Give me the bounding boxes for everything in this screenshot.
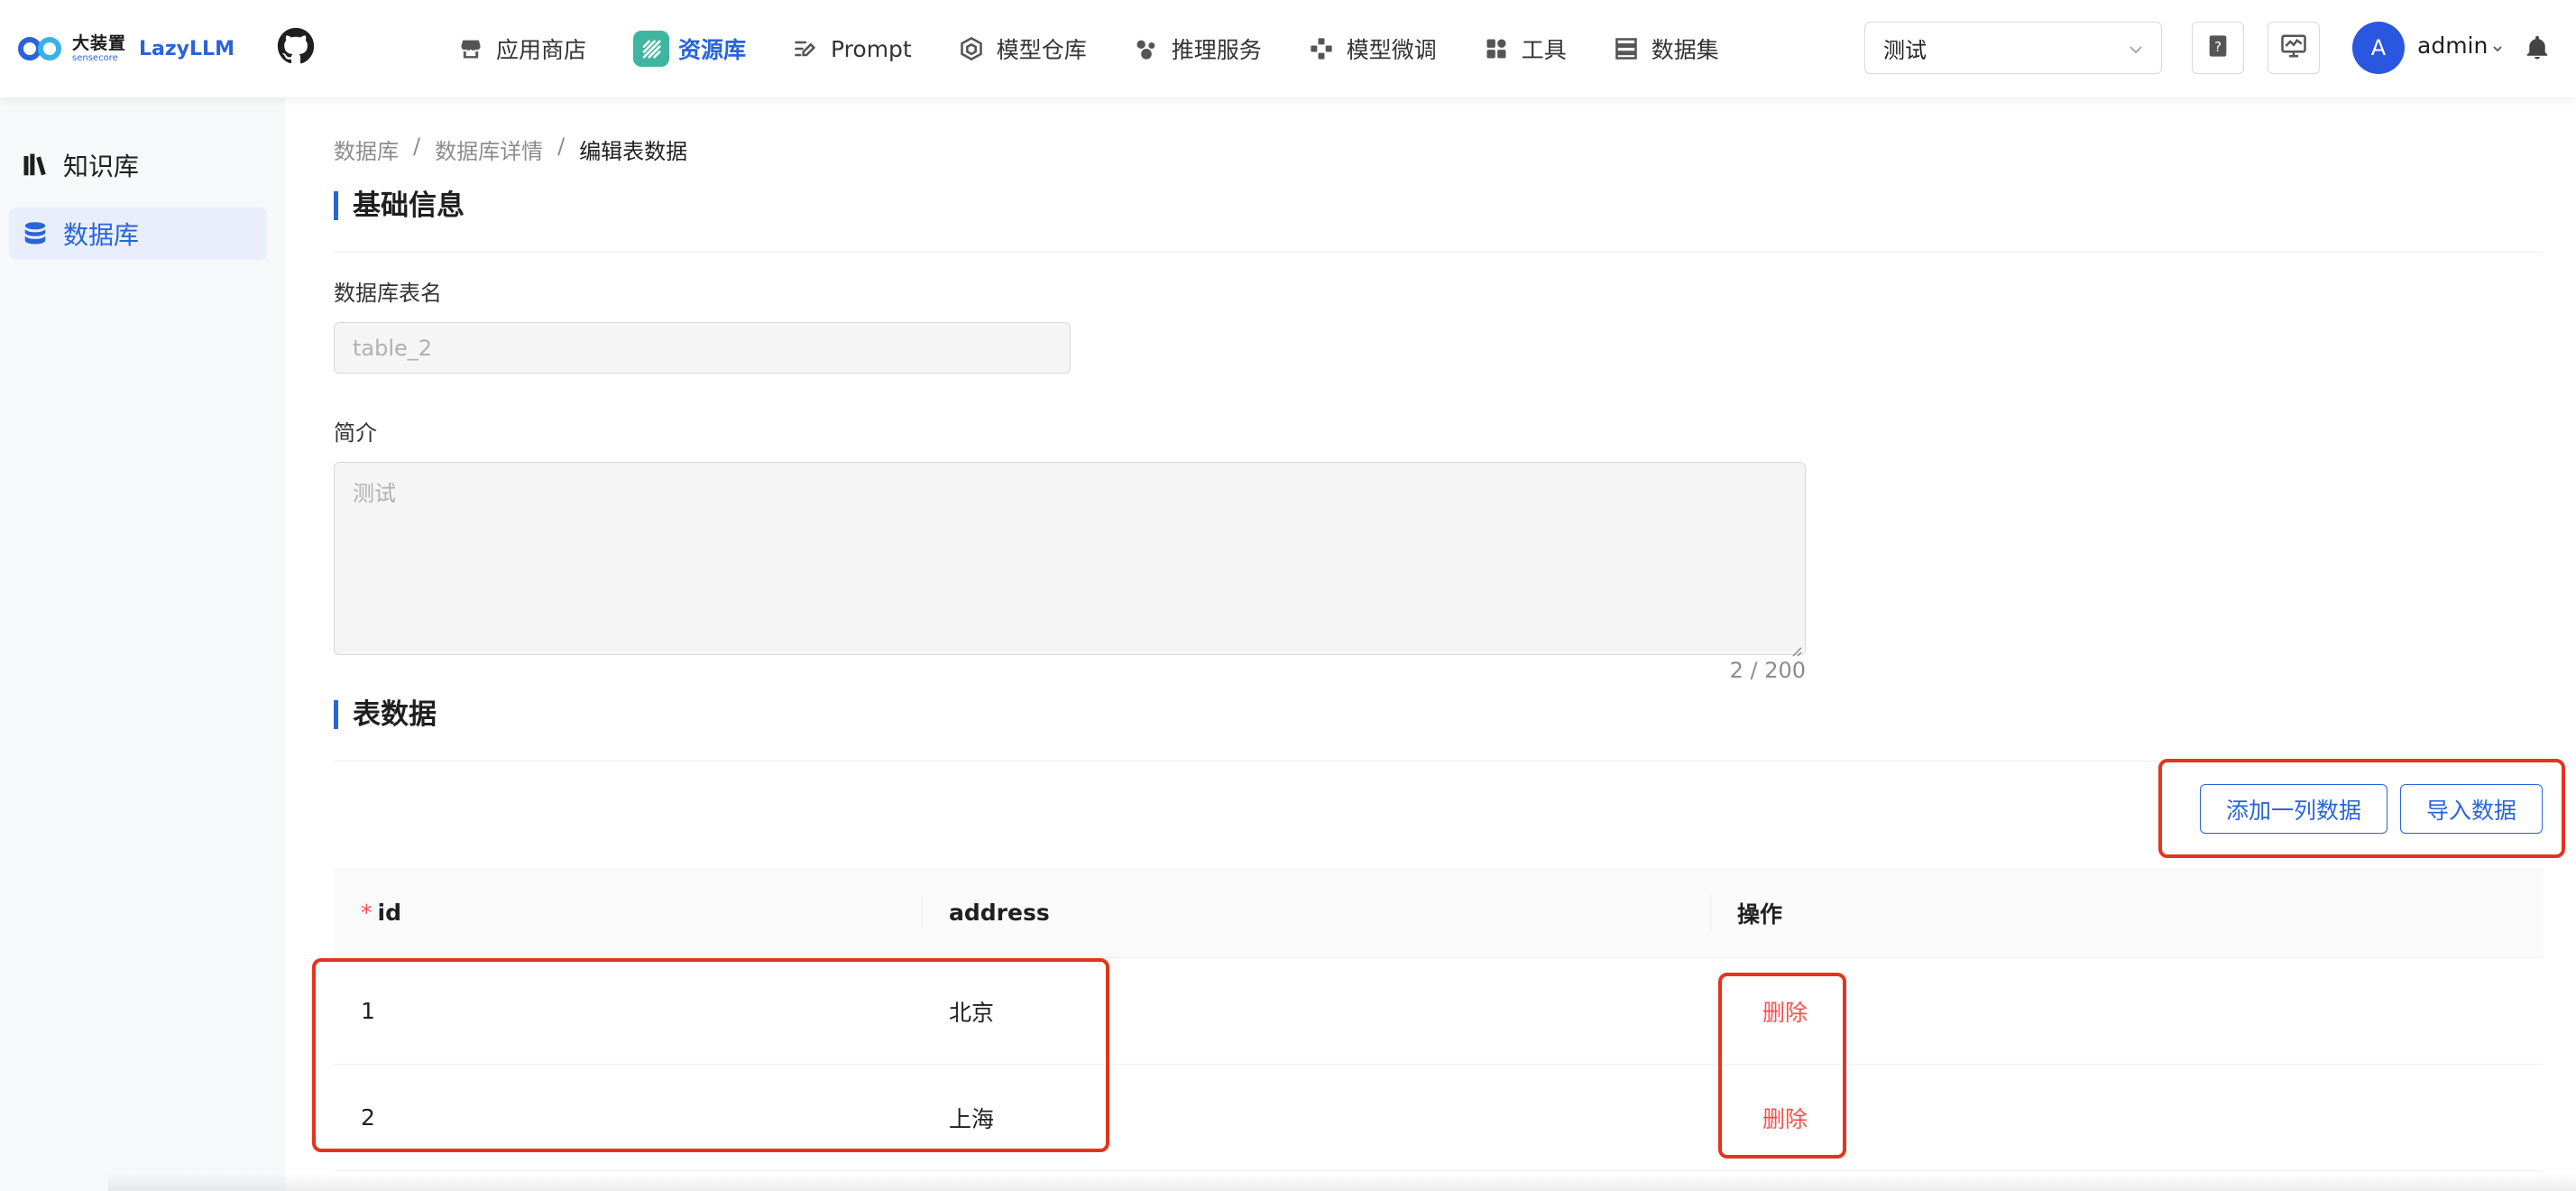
sidebar-item-label: 知识库 [63,152,140,181]
database-icon [22,220,49,247]
highlight-box-delete [1718,973,1846,1159]
description-label: 简介 [334,420,377,446]
nav-model-hub[interactable]: 模型仓库 [959,22,1087,76]
chevron-down-icon [2127,39,2145,57]
avatar[interactable]: A [2352,22,2405,74]
dataset-icon [1614,36,1639,61]
nav-label: 模型仓库 [996,37,1087,63]
nav-label: Prompt [831,35,912,62]
logo-en-text: sensecore [72,52,118,63]
nav-finetune[interactable]: 模型微调 [1309,22,1437,76]
nav-label: 数据集 [1651,37,1719,63]
nav-tools[interactable]: 工具 [1484,22,1567,76]
column-header-label: id [377,900,401,926]
nav-label: 资源库 [678,37,747,63]
help-book-icon: ? [2205,33,2231,62]
tools-icon [1484,36,1509,61]
nav-inference[interactable]: 推理服务 [1134,22,1262,76]
table-name-input: table_2 [334,322,1071,374]
table-header-row: * id address 操作 [334,868,2544,958]
help-doc-button[interactable]: ? [2192,22,2244,74]
bell-icon[interactable] [2524,34,2551,61]
project-select-value: 测试 [1883,37,1927,63]
breadcrumb-database[interactable]: 数据库 [334,134,399,165]
resource-icon [633,31,670,67]
inference-icon [1134,36,1159,61]
description-char-counter: 2 / 200 [1729,658,1806,683]
nav-label: 推理服务 [1171,37,1262,63]
project-select[interactable]: 测试 [1864,22,2162,74]
github-icon[interactable] [277,27,315,65]
description-value: 测试 [353,481,396,506]
nav-label: 模型微调 [1346,37,1437,63]
sidebar-item-label: 数据库 [63,220,140,250]
column-separator [922,895,923,931]
prompt-icon [793,36,818,61]
model-hub-icon [959,36,984,61]
logo[interactable]: 大装置 sensecore LazyLLM [18,27,235,70]
sidebar: 知识库 数据库 [0,97,285,1191]
column-header-id: * id [361,868,401,957]
description-textarea: 测试 [334,462,1806,657]
top-header: 大装置 sensecore LazyLLM 应用商店 资源库 Prompt 模型… [0,0,2576,97]
breadcrumb-separator: / [557,134,566,159]
required-marker: * [361,900,373,926]
app-name: LazyLLM [139,37,235,60]
username[interactable]: admin [2417,32,2488,59]
nav-prompt[interactable]: Prompt [793,22,912,76]
column-header-address: address [949,900,1050,926]
section-divider [334,252,2544,253]
nav-label: 工具 [1521,37,1567,63]
nav-app-store[interactable]: 应用商店 [458,22,586,76]
resize-handle-icon [1788,637,1802,657]
svg-text:?: ? [2214,39,2222,55]
chevron-down-icon[interactable] [2491,42,2504,54]
monitor-icon [2280,32,2307,63]
column-header-actions: 操作 [1737,900,1783,928]
nav-dataset[interactable]: 数据集 [1614,22,1719,76]
monitor-button[interactable] [2268,22,2320,74]
sidebar-item-knowledge-base[interactable]: 知识库 [9,139,267,191]
nav-resource-library[interactable]: 资源库 [633,22,746,76]
table-name-label: 数据库表名 [334,281,442,306]
breadcrumb-current: 编辑表数据 [579,139,688,164]
highlight-box-buttons [2158,759,2565,858]
highlight-box-rows [312,958,1109,1152]
table-data-title: 表数据 [334,700,437,729]
breadcrumb-separator: / [413,134,421,159]
basic-info-title: 基础信息 [334,191,465,220]
breadcrumb: 数据库 / 数据库详情 / 编辑表数据 [334,134,687,165]
logo-cn-text: 大装置 [72,32,127,53]
store-icon [458,36,483,61]
bottom-shadow [108,1173,2576,1191]
nav-label: 应用商店 [496,37,587,63]
sensecore-logo-icon [18,33,69,64]
main-nav: 应用商店 资源库 Prompt 模型仓库 推理服务 模型微调 工具 数据集 [458,22,1766,76]
finetune-icon [1309,36,1334,61]
sidebar-item-database[interactable]: 数据库 [9,208,267,260]
books-icon [22,152,49,179]
column-separator [1710,895,1711,931]
breadcrumb-database-detail[interactable]: 数据库详情 [435,134,543,165]
